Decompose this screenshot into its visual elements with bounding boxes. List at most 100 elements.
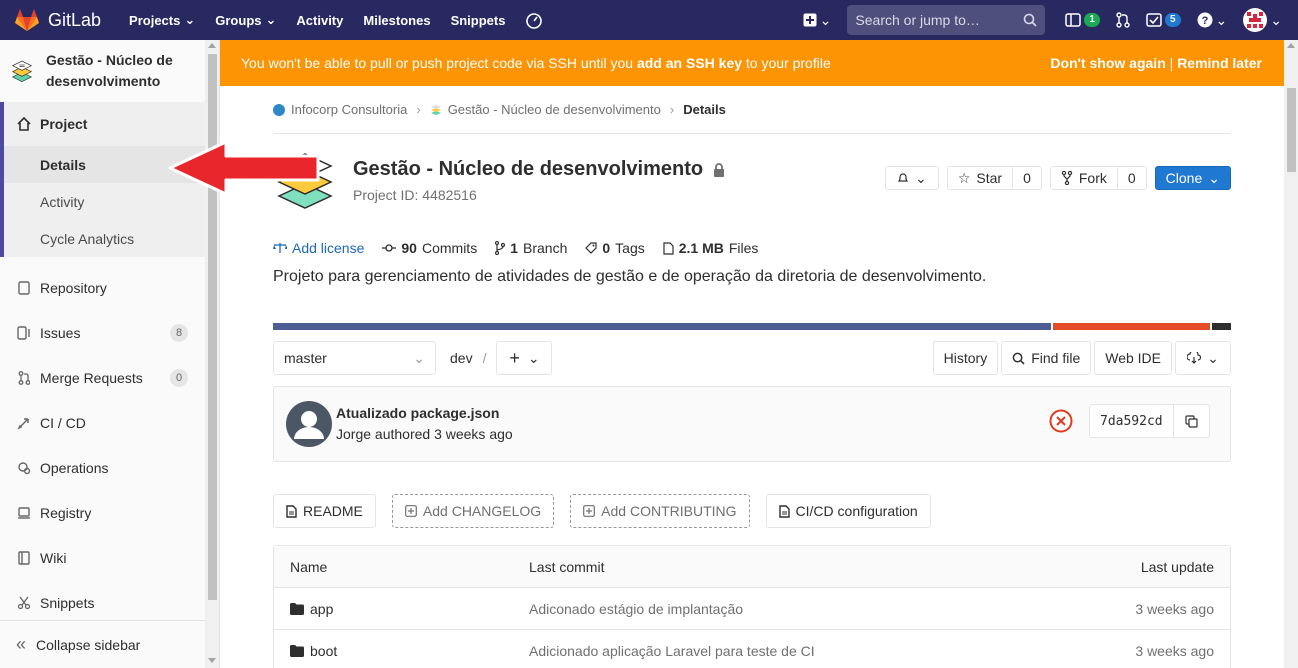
- remind-later-link[interactable]: Remind later: [1177, 55, 1262, 71]
- help-dropdown[interactable]: ? ⌄: [1189, 0, 1236, 40]
- pipeline-failed-icon[interactable]: [1049, 409, 1073, 433]
- chevron-down-icon: ⌄: [527, 349, 540, 366]
- star-button[interactable]: ☆ Star: [946, 166, 1014, 190]
- table-row[interactable]: app Adiconado estágio de implantação 3 w…: [274, 588, 1230, 630]
- file-tree-table: Name Last commit Last update app Adicona…: [273, 545, 1231, 668]
- table-row[interactable]: boot Adicionado aplicação Laravel para t…: [274, 630, 1230, 668]
- issues-nav-button[interactable]: 1: [1057, 0, 1108, 40]
- star-count[interactable]: 0: [1013, 166, 1042, 190]
- user-menu-dropdown[interactable]: ⌄: [1235, 0, 1298, 40]
- find-file-button[interactable]: Find file: [1001, 341, 1092, 375]
- scroll-up-arrow[interactable]: [208, 43, 216, 48]
- tags-stat[interactable]: 0 Tags: [585, 240, 645, 256]
- sidebar-item-label: Snippets: [40, 594, 95, 611]
- add-to-tree-dropdown[interactable]: + ⌄: [496, 341, 553, 375]
- sidebar-item-issues[interactable]: Issues 8: [0, 310, 206, 355]
- tree-item-commit[interactable]: Adicionado aplicação Laravel para teste …: [529, 643, 1030, 659]
- sidebar-item-registry[interactable]: Registry: [0, 490, 206, 535]
- sidebar-item-operations[interactable]: Operations: [0, 445, 206, 490]
- add-ssh-key-link[interactable]: add an SSH key: [637, 55, 742, 71]
- chevron-down-icon: ⌄: [914, 169, 927, 186]
- commits-stat[interactable]: 90 Commits: [382, 240, 477, 256]
- sidebar-item-merge-requests[interactable]: Merge Requests 0: [0, 355, 206, 400]
- sidebar-item-repository[interactable]: Repository: [0, 265, 206, 310]
- gitlab-home-link[interactable]: GitLab: [0, 0, 111, 40]
- branch-count: 1: [510, 240, 518, 256]
- tree-item-name[interactable]: boot: [274, 643, 529, 659]
- user-avatar-icon[interactable]: [286, 401, 332, 447]
- copy-sha-button[interactable]: [1173, 404, 1210, 438]
- nav-performance[interactable]: [515, 0, 553, 40]
- files-size: 2.1 MB: [678, 240, 724, 256]
- merge-requests-count-badge: 0: [170, 368, 188, 387]
- language-bar-segment[interactable]: [273, 323, 1051, 330]
- language-bar-segment[interactable]: [1052, 323, 1210, 330]
- repository-toolbar: master ⌄ dev / + ⌄ History Find file Web …: [273, 341, 1231, 375]
- project-header: Gestão - Núcleo de desenvolvimento Proje…: [273, 134, 1231, 234]
- sidebar-scrollbar[interactable]: [205, 40, 219, 668]
- sidebar-item-label: Issues: [40, 324, 81, 341]
- sidebar-item-ci-cd[interactable]: CI / CD: [0, 400, 206, 445]
- nav-snippets[interactable]: Snippets: [441, 0, 516, 40]
- branch-stat[interactable]: 1 Branch: [495, 240, 567, 256]
- clone-dropdown[interactable]: Clone ⌄: [1154, 166, 1231, 190]
- issues-count-badge: 1: [1084, 13, 1100, 27]
- folder-icon: [290, 602, 304, 615]
- commit-author-meta: Jorge authored 3 weeks ago: [336, 426, 513, 442]
- breadcrumb-current[interactable]: Details: [683, 102, 726, 117]
- download-dropdown[interactable]: ⌄: [1175, 341, 1231, 375]
- path-segment[interactable]: dev: [450, 350, 473, 366]
- fork-button[interactable]: Fork: [1049, 166, 1118, 190]
- branch-icon: [495, 241, 506, 255]
- nav-groups[interactable]: Groups ⌄: [205, 0, 286, 40]
- todos-nav-button[interactable]: 5: [1138, 0, 1189, 40]
- scrollbar-thumb[interactable]: [208, 54, 217, 600]
- nav-milestones[interactable]: Milestones: [353, 0, 440, 40]
- readme-button[interactable]: README: [273, 494, 376, 528]
- collapse-sidebar-button[interactable]: « Collapse sidebar: [0, 620, 206, 668]
- merge-requests-nav-button[interactable]: [1108, 0, 1138, 40]
- branch-select[interactable]: master ⌄: [273, 341, 436, 375]
- chevron-right-icon: ›: [416, 102, 421, 117]
- language-bar-segment[interactable]: [1211, 323, 1231, 330]
- add-contributing-button[interactable]: Add CONTRIBUTING: [570, 494, 750, 528]
- scrollbar-thumb[interactable]: [1287, 88, 1296, 172]
- dont-show-again-link[interactable]: Don't show again: [1050, 55, 1165, 71]
- scroll-up-arrow[interactable]: [1287, 43, 1295, 48]
- files-stat[interactable]: 2.1 MB Files: [663, 240, 759, 256]
- repository-languages-bar[interactable]: [273, 323, 1231, 330]
- sidebar-project-header[interactable]: Gestão - Núcleo de desenvolvimento: [0, 40, 219, 102]
- lock-icon: [714, 162, 725, 177]
- history-button[interactable]: History: [932, 341, 999, 375]
- sidebar-panel-icon: [1065, 13, 1082, 27]
- add-license-link[interactable]: Add license: [273, 240, 364, 256]
- files-label: Files: [728, 240, 759, 256]
- ci-cd-configuration-button[interactable]: CI/CD configuration: [765, 494, 931, 528]
- project-title-text: Gestão - Núcleo de desenvolvimento: [353, 158, 704, 180]
- path-separator: /: [482, 350, 487, 366]
- fork-count[interactable]: 0: [1117, 166, 1147, 190]
- commit-sha[interactable]: 7da592cd: [1089, 404, 1174, 438]
- add-changelog-button[interactable]: Add CHANGELOG: [391, 494, 555, 528]
- breadcrumb-group[interactable]: Infocorp Consultoria: [291, 102, 407, 117]
- svg-text:?: ?: [1201, 15, 1208, 27]
- breadcrumb-project[interactable]: Gestão - Núcleo de desenvolvimento: [448, 102, 661, 117]
- search-input[interactable]: Search or jump to…: [847, 5, 1046, 35]
- page-scrollbar[interactable]: [1284, 40, 1298, 668]
- scroll-down-arrow[interactable]: [208, 658, 216, 663]
- tree-item-commit[interactable]: Adiconado estágio de implantação: [529, 601, 1030, 617]
- nav-projects[interactable]: Projects ⌄: [119, 0, 205, 40]
- issues-count-badge: 8: [170, 323, 188, 342]
- sidebar-item-snippets[interactable]: Snippets: [0, 580, 206, 625]
- cloud-download-icon: [1187, 352, 1202, 364]
- sidebar-sub-cycle-analytics[interactable]: Cycle Analytics: [4, 220, 206, 257]
- nav-activity[interactable]: Activity: [286, 0, 353, 40]
- sidebar-item-wiki[interactable]: Wiki: [0, 535, 206, 580]
- notification-dropdown[interactable]: ⌄: [884, 166, 939, 190]
- alert-text: to your profile: [742, 55, 831, 71]
- fork-group: Fork 0: [1049, 166, 1147, 190]
- web-ide-button[interactable]: Web IDE: [1094, 341, 1172, 375]
- tree-item-name[interactable]: app: [274, 601, 529, 617]
- commit-title-link[interactable]: Atualizado package.json: [336, 405, 499, 421]
- new-item-dropdown[interactable]: ⌄: [795, 0, 840, 40]
